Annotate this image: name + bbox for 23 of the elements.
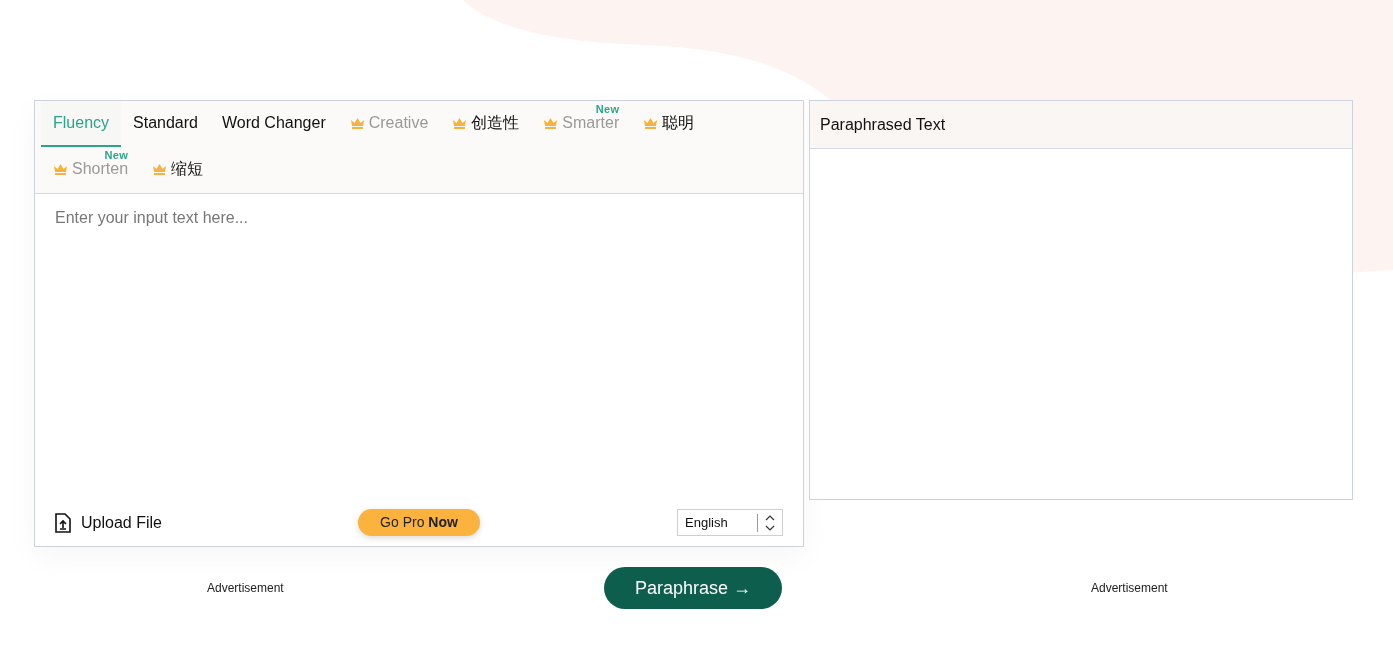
mode-tab[interactable]: Standard xyxy=(121,101,210,147)
crown-icon xyxy=(349,117,365,129)
crown-icon xyxy=(643,117,659,129)
crown-icon xyxy=(152,163,168,175)
language-select[interactable]: English xyxy=(677,509,783,536)
up-down-caret-icon xyxy=(764,513,776,532)
advertisement-label: Advertisement xyxy=(207,580,284,597)
input-field[interactable]: Enter your input text here... xyxy=(35,194,803,509)
upload-file-button[interactable]: Upload File xyxy=(55,510,355,535)
advertisement-label: Advertisement xyxy=(1091,580,1168,597)
mode-tab[interactable]: 创造性 xyxy=(440,101,532,147)
mode-tab[interactable]: 缩短 xyxy=(140,147,216,193)
paraphrase-button[interactable]: Paraphrase → xyxy=(604,567,782,609)
crown-icon xyxy=(53,163,68,175)
go-pro-button[interactable]: Go Pro Now xyxy=(358,509,480,536)
mode-tab[interactable]: 聪明 xyxy=(631,101,707,147)
new-label: New xyxy=(104,150,129,161)
new-label: New xyxy=(595,104,620,115)
file-upload-icon xyxy=(55,512,71,533)
crown-icon xyxy=(452,117,468,129)
mode-tab[interactable]: Word Changer xyxy=(209,101,338,147)
output-title: Paraphrased Text xyxy=(820,114,946,135)
crown-icon xyxy=(543,117,559,129)
